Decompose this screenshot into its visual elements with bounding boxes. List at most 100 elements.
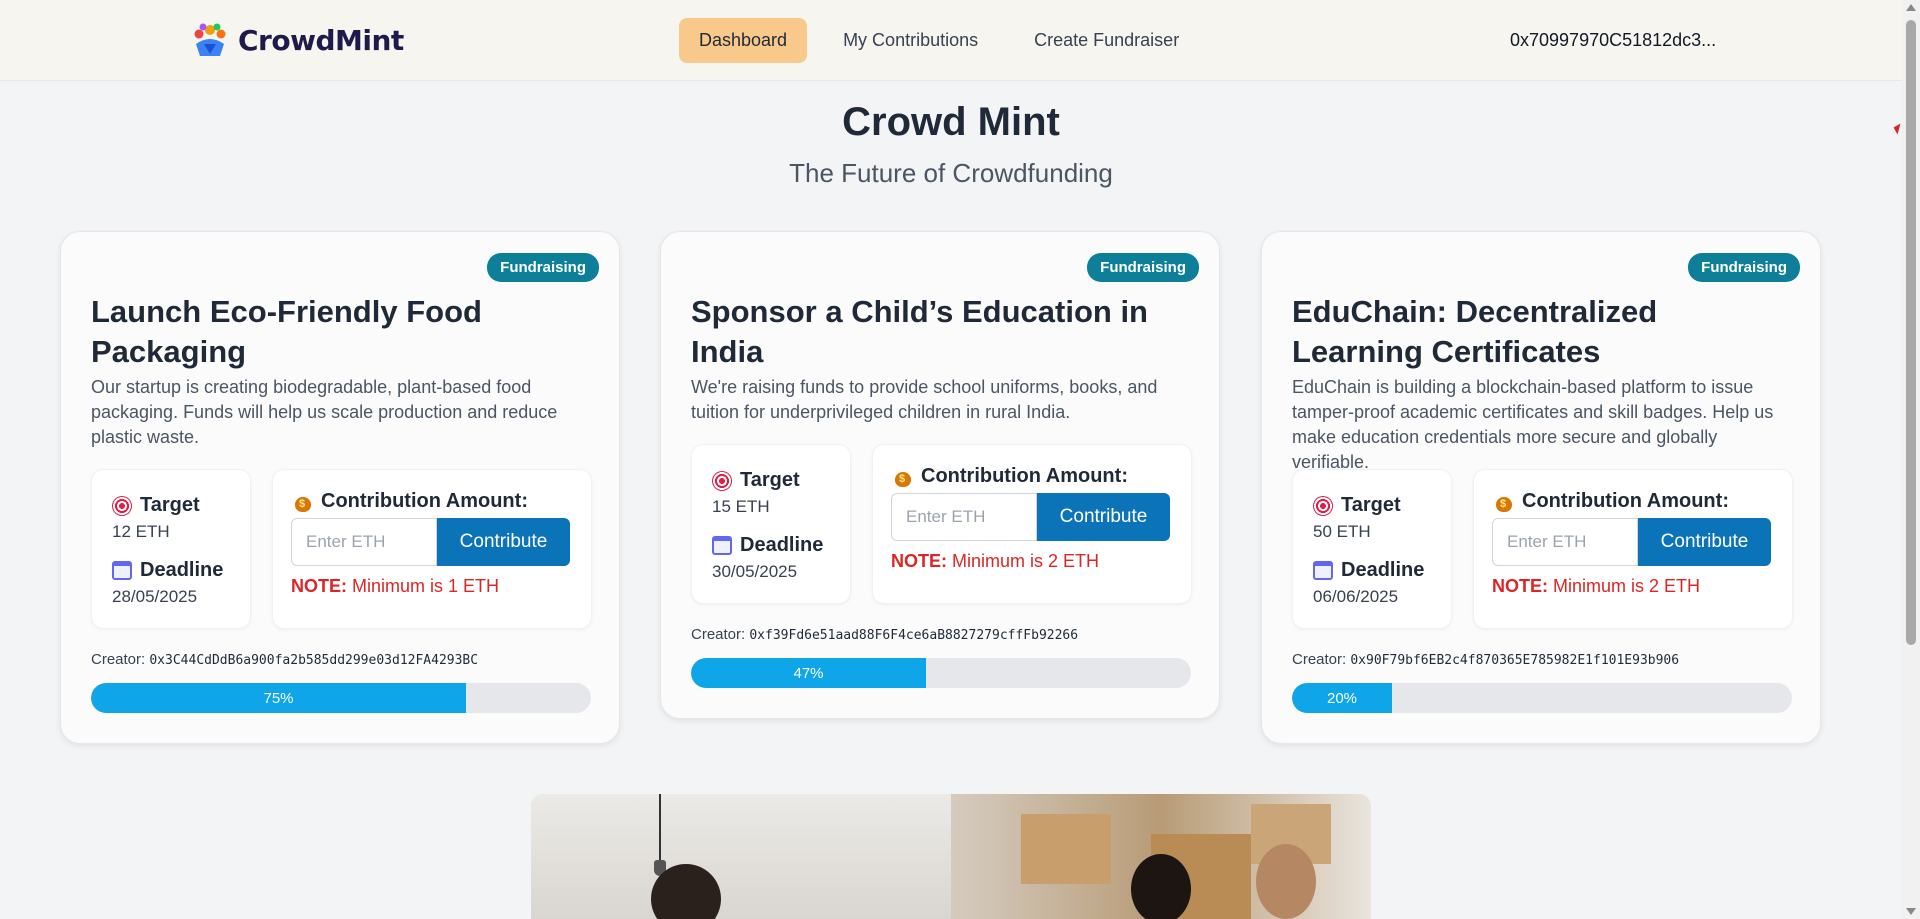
contribution-label: Contribution Amount: [293,490,528,513]
campaign-card: Fundraising EduChain: Decentralized Lear… [1261,231,1821,744]
photo-lamp-cord [659,794,661,862]
creator-label: Creator: [691,626,746,643]
photo-background [531,794,951,919]
note-text: Minimum is 2 ETH [952,551,1100,571]
progress-fill: 20% [1292,683,1392,713]
deadline-value: 06/06/2025 [1313,587,1399,606]
nav-dashboard[interactable]: Dashboard [679,18,808,63]
money-bag-icon [1494,492,1514,512]
target-value: 50 ETH [1313,522,1371,541]
deadline-label: Deadline [712,534,823,557]
deadline-label-text: Deadline [140,559,224,581]
crowd-logo-icon [194,23,226,56]
contribute-button[interactable]: Contribute [1638,518,1771,566]
campaign-info-box: Target 50 ETH Deadline 06/06/2025 [1292,469,1452,629]
scroll-down-arrow-icon[interactable] [1906,908,1916,915]
minimum-note: NOTE: Minimum is 1 ETH [291,576,499,597]
progress-bar: 47% [691,658,1191,688]
target-label: Target [712,469,800,492]
target-label: Target [1313,494,1401,517]
campaign-description: EduChain is building a blockchain-based … [1292,377,1774,472]
campaign-title: Launch Eco-Friendly Food Packaging [91,294,482,369]
calendar-icon [1313,561,1333,580]
deadline-label-text: Deadline [1341,559,1425,581]
minimum-note: NOTE: Minimum is 2 ETH [891,551,1099,572]
campaign-info-box: Target 12 ETH Deadline 28/05/2025 [91,469,251,629]
campaign-info-box: Target 15 ETH Deadline 30/05/2025 [691,444,851,604]
target-icon [1313,495,1333,516]
deadline-label: Deadline [1313,559,1424,582]
contribution-label-text: Contribution Amount: [921,465,1128,487]
contribution-label: Contribution Amount: [893,465,1128,488]
note-prefix: NOTE: [891,551,947,571]
contribute-button[interactable]: Contribute [1037,493,1170,541]
nav-links: Dashboard My Contributions Create Fundra… [679,18,1199,63]
campaign-description: Our startup is creating biodegradable, p… [91,377,558,447]
wallet-address[interactable]: 0x70997970C51812dc3... [1510,30,1716,51]
deadline-value: 30/05/2025 [712,562,798,581]
page-title: Crowd Mint [842,100,1060,144]
contribution-box: Contribution Amount: Contribute NOTE: Mi… [872,444,1192,604]
note-text: Minimum is 1 ETH [352,576,500,596]
minimum-note: NOTE: Minimum is 2 ETH [1492,576,1700,597]
contribute-button[interactable]: Contribute [437,518,570,566]
page-scrollbar[interactable] [1902,0,1920,919]
campaign-title: EduChain: Decentralized Learning Certifi… [1292,294,1658,369]
status-badge: Fundraising [1688,253,1800,282]
creator-line: Creator: 0x3C44CdDdB6a900fa2b585dd299e03… [91,651,478,668]
target-value: 15 ETH [712,497,770,516]
contribution-box: Contribution Amount: Contribute NOTE: Mi… [272,469,592,629]
eth-amount-input[interactable] [291,518,437,566]
creator-line: Creator: 0xf39Fd6e51aad88F6F4ce6aB882727… [691,626,1078,643]
target-icon [712,470,732,491]
money-bag-icon [893,467,913,487]
scroll-up-arrow-icon[interactable] [1906,4,1916,11]
brand-name: CrowdMint [238,23,404,57]
status-badge: Fundraising [487,253,599,282]
progress-bar: 20% [1292,683,1792,713]
nav-my-contributions[interactable]: My Contributions [823,18,998,63]
scroll-thumb[interactable] [1906,20,1916,645]
deadline-label: Deadline [112,559,223,582]
campaign-description: We're raising funds to provide school un… [691,377,1158,422]
target-label-text: Target [1341,494,1401,516]
progress-bar: 75% [91,683,591,713]
note-prefix: NOTE: [291,576,347,596]
campaign-card: Fundraising Launch Eco-Friendly Food Pac… [60,231,620,744]
creator-address: 0x3C44CdDdB6a900fa2b585dd299e03d12FA4293… [149,653,479,668]
contribution-label-text: Contribution Amount: [321,490,528,512]
photo-box [1021,814,1111,884]
target-label: Target [112,494,200,517]
status-badge: Fundraising [1087,253,1199,282]
photo-person [1131,854,1191,919]
eth-amount-input[interactable] [891,493,1037,541]
navbar: CrowdMint Dashboard My Contributions Cre… [0,0,1902,81]
creator-address: 0x90F79bf6EB2c4f870365E785982E1f101E93b9… [1350,653,1680,668]
money-bag-icon [293,492,313,512]
calendar-icon [112,561,132,580]
progress-fill: 47% [691,658,926,688]
target-icon [112,495,132,516]
deadline-value: 28/05/2025 [112,587,198,606]
contribution-box: Contribution Amount: Contribute NOTE: Mi… [1473,469,1793,629]
contribution-label-text: Contribution Amount: [1522,490,1729,512]
note-prefix: NOTE: [1492,576,1548,596]
nav-create-fundraiser[interactable]: Create Fundraiser [1014,18,1199,63]
eth-amount-input[interactable] [1492,518,1638,566]
team-photo [531,794,1371,919]
calendar-icon [712,536,732,555]
creator-label: Creator: [91,651,146,668]
campaign-title: Sponsor a Child’s Education in India [691,294,1148,369]
target-label-text: Target [140,494,200,516]
campaign-card: Fundraising Sponsor a Child’s Education … [660,231,1220,719]
creator-label: Creator: [1292,651,1347,668]
deadline-label-text: Deadline [740,534,824,556]
target-label-text: Target [740,469,800,491]
note-text: Minimum is 2 ETH [1553,576,1701,596]
photo-person [1256,844,1316,919]
contribution-label: Contribution Amount: [1494,490,1729,513]
progress-fill: 75% [91,683,466,713]
brand[interactable]: CrowdMint [190,22,404,58]
page-subtitle: The Future of Crowdfunding [789,158,1113,188]
creator-address: 0xf39Fd6e51aad88F6F4ce6aB8827279cffFb922… [749,628,1079,643]
